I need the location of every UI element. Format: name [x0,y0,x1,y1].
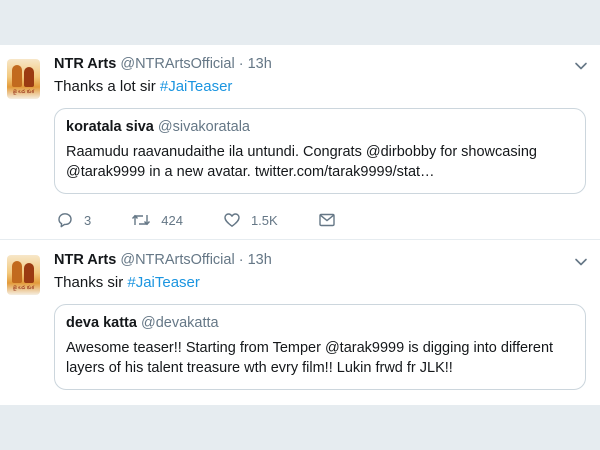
tweet[interactable]: జై లవ కుశ NTR Arts @NTRArtsOfficial · 13… [0,241,600,405]
tweet[interactable]: జై లవ కుశ NTR Arts @NTRArtsOfficial · 13… [0,45,600,240]
retweet-count: 424 [161,212,183,228]
avatar-caption: జై లవ కుశ [12,89,35,95]
like-count: 1.5K [250,212,278,228]
quoted-header: deva katta @devakatta [66,315,574,331]
timestamp[interactable]: 13h [248,56,272,72]
avatar-figure [12,65,22,87]
tweet-header: NTR Arts @NTRArtsOfficial · 13h [54,56,272,72]
quoted-author-name: koratala siva [66,119,154,135]
hashtag-link[interactable]: #JaiTeaser [127,274,200,291]
reply-button[interactable]: 3 [56,211,91,229]
tweet-actions: 3 424 1.5K [56,210,346,230]
avatar-figure [24,263,34,283]
quoted-author-handle: @sivakoratala [157,119,250,135]
hashtag-link[interactable]: #JaiTeaser [160,78,233,95]
quoted-tweet[interactable]: koratala siva @sivakoratala Raamudu raav… [54,108,586,194]
separator: · [238,252,244,268]
chevron-down-icon[interactable] [574,59,588,73]
tweet-text-body: Thanks sir [54,274,128,291]
avatar[interactable]: జై లవ కుశ [7,255,40,295]
quoted-tweet[interactable]: deva katta @devakatta Awesome teaser!! S… [54,304,586,390]
reply-icon [58,213,72,228]
quoted-text-line: layers of his talent treasure wth evry f… [66,360,453,376]
quoted-text-line: @tarak9999 in a new avatar. twitter.com/… [66,164,435,180]
tweet-header: NTR Arts @NTRArtsOfficial · 13h [54,252,272,268]
like-icon [224,213,240,227]
tweet-text: Thanks a lot sir #JaiTeaser [54,78,232,95]
avatar-figure [12,261,22,283]
retweet-icon [132,214,151,226]
like-button[interactable]: 1.5K [223,211,278,229]
separator: · [238,56,244,72]
author-handle[interactable]: @NTRArtsOfficial [120,56,234,72]
quoted-text-line: Raamudu raavanudaithe ila untundi. Congr… [66,144,537,160]
timeline: జై లవ కుశ NTR Arts @NTRArtsOfficial · 13… [0,45,600,405]
quoted-header: koratala siva @sivakoratala [66,119,574,135]
reply-count: 3 [84,212,92,228]
timestamp[interactable]: 13h [248,252,272,268]
avatar-figure [24,67,34,87]
direct-message-button[interactable] [318,211,346,229]
quoted-text: Awesome teaser!! Starting from Temper @t… [66,338,574,378]
tweet-text-body: Thanks a lot sir [54,78,160,95]
chevron-down-icon[interactable] [574,255,588,269]
author-name[interactable]: NTR Arts [54,252,116,268]
avatar[interactable]: జై లవ కుశ [7,59,40,99]
quoted-text: Raamudu raavanudaithe ila untundi. Congr… [66,142,574,182]
tweet-text: Thanks sir #JaiTeaser [54,274,200,291]
retweet-button[interactable]: 424 [131,211,183,229]
author-handle[interactable]: @NTRArtsOfficial [120,252,234,268]
author-name[interactable]: NTR Arts [54,56,116,72]
avatar-caption: జై లవ కుశ [12,285,35,291]
quoted-author-name: deva katta [66,315,137,331]
quoted-author-handle: @devakatta [140,315,219,331]
quoted-text-line: Awesome teaser!! Starting from Temper @t… [66,340,554,356]
dm-icon [318,213,335,227]
